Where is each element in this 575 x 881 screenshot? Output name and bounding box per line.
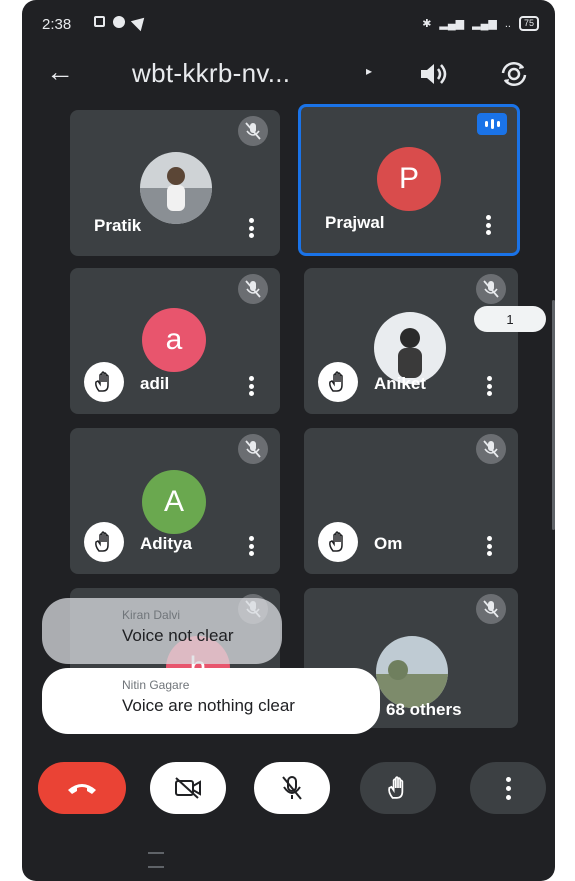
raised-hand-icon bbox=[318, 362, 358, 402]
mic-off-icon bbox=[238, 434, 268, 464]
mic-off-icon bbox=[476, 594, 506, 624]
signal-2-icon: ▂▄▆ bbox=[472, 18, 497, 30]
status-bar: 2:38 ✱ ▂▄▆ ▂▄▆ .. 75 bbox=[22, 0, 555, 48]
mic-off-icon bbox=[238, 116, 268, 146]
end-call-icon bbox=[68, 784, 96, 794]
wifi-icon: .. bbox=[504, 17, 511, 30]
chat-sender: Kiran Dalvi bbox=[122, 608, 181, 622]
avatar-photo bbox=[140, 152, 212, 224]
raised-hand-icon bbox=[84, 362, 124, 402]
notification-icons bbox=[94, 12, 150, 32]
screen-record-icon bbox=[94, 16, 105, 27]
mic-off-icon bbox=[282, 776, 302, 800]
participant-name: Prajwal bbox=[325, 213, 385, 232]
participant-tile-om[interactable]: Om bbox=[304, 428, 518, 574]
avatar: P bbox=[377, 147, 441, 211]
back-arrow-icon[interactable]: ← bbox=[46, 58, 74, 86]
more-vert-icon[interactable] bbox=[485, 215, 491, 235]
others-avatar-photo bbox=[376, 636, 448, 708]
participant-tile-prajwal[interactable]: P Prajwal bbox=[298, 104, 520, 256]
participant-name: adil bbox=[140, 374, 170, 393]
battery-icon: 75 bbox=[518, 16, 539, 31]
others-count-label: 68 others bbox=[386, 700, 462, 719]
switch-camera-icon[interactable] bbox=[498, 60, 530, 88]
mic-toggle-button[interactable] bbox=[254, 762, 330, 814]
end-call-button[interactable] bbox=[38, 762, 126, 814]
count-pill[interactable]: 1 bbox=[474, 306, 546, 332]
raised-hand-icon bbox=[318, 522, 358, 562]
participant-tile-aditya[interactable]: A Aditya bbox=[70, 428, 280, 574]
status-time: 2:38 bbox=[42, 16, 72, 33]
raise-hand-icon bbox=[388, 776, 404, 799]
more-vert-icon[interactable] bbox=[486, 376, 492, 396]
scrollbar[interactable] bbox=[552, 300, 555, 530]
chat-message-bubble[interactable]: Kiran Dalvi Voice not clear bbox=[42, 598, 282, 664]
mic-off-icon bbox=[476, 434, 506, 464]
chat-message: Voice are nothing clear bbox=[122, 696, 295, 715]
participant-name: Om bbox=[374, 534, 403, 553]
more-vert-icon[interactable] bbox=[248, 376, 254, 396]
chat-message-bubble[interactable]: Nitin Gagare Voice are nothing clear bbox=[42, 668, 380, 734]
telegram-icon bbox=[130, 12, 150, 32]
raised-hand-icon bbox=[84, 522, 124, 562]
more-vert-icon bbox=[505, 776, 511, 800]
nav-menu-icon[interactable] bbox=[148, 852, 164, 868]
more-vert-icon[interactable] bbox=[486, 536, 492, 556]
participant-tile-adil[interactable]: a adil bbox=[70, 268, 280, 414]
camera-toggle-button[interactable] bbox=[150, 762, 226, 814]
meeting-title[interactable]: wbt-kkrb-nv... bbox=[132, 58, 290, 88]
chevron-right-icon[interactable]: ▸ bbox=[366, 64, 372, 78]
call-header: ← wbt-kkrb-nv... ▸ bbox=[22, 52, 555, 96]
mic-off-icon bbox=[238, 274, 268, 304]
raise-hand-button[interactable] bbox=[360, 762, 436, 814]
participant-name: Pratik bbox=[94, 216, 142, 235]
mic-off-icon bbox=[476, 274, 506, 304]
camera-off-icon bbox=[175, 777, 201, 799]
speaker-icon[interactable] bbox=[418, 62, 448, 86]
participant-name: Aniket bbox=[374, 374, 426, 393]
signal-icon: ▂▄▆ bbox=[439, 18, 465, 30]
participant-tile-pratik[interactable]: Pratik bbox=[70, 110, 280, 256]
chat-message: Voice not clear bbox=[122, 626, 234, 645]
snapchat-icon bbox=[113, 16, 125, 28]
meet-call-screen: 2:38 ✱ ▂▄▆ ▂▄▆ .. 75 ← wbt-kkrb-nv... ▸ bbox=[22, 0, 555, 881]
avatar: a bbox=[142, 308, 206, 372]
participant-name: Aditya bbox=[140, 534, 192, 553]
more-vert-icon[interactable] bbox=[248, 218, 254, 238]
more-options-button[interactable] bbox=[470, 762, 546, 814]
system-icons: ✱ ▂▄▆ ▂▄▆ .. 75 bbox=[422, 16, 539, 31]
avatar: A bbox=[142, 470, 206, 534]
speaking-indicator-icon bbox=[477, 113, 507, 135]
bluetooth-icon: ✱ bbox=[422, 18, 432, 30]
more-vert-icon[interactable] bbox=[248, 536, 254, 556]
participant-tile-aniket[interactable]: Aniket bbox=[304, 268, 518, 414]
chat-sender: Nitin Gagare bbox=[122, 678, 190, 692]
